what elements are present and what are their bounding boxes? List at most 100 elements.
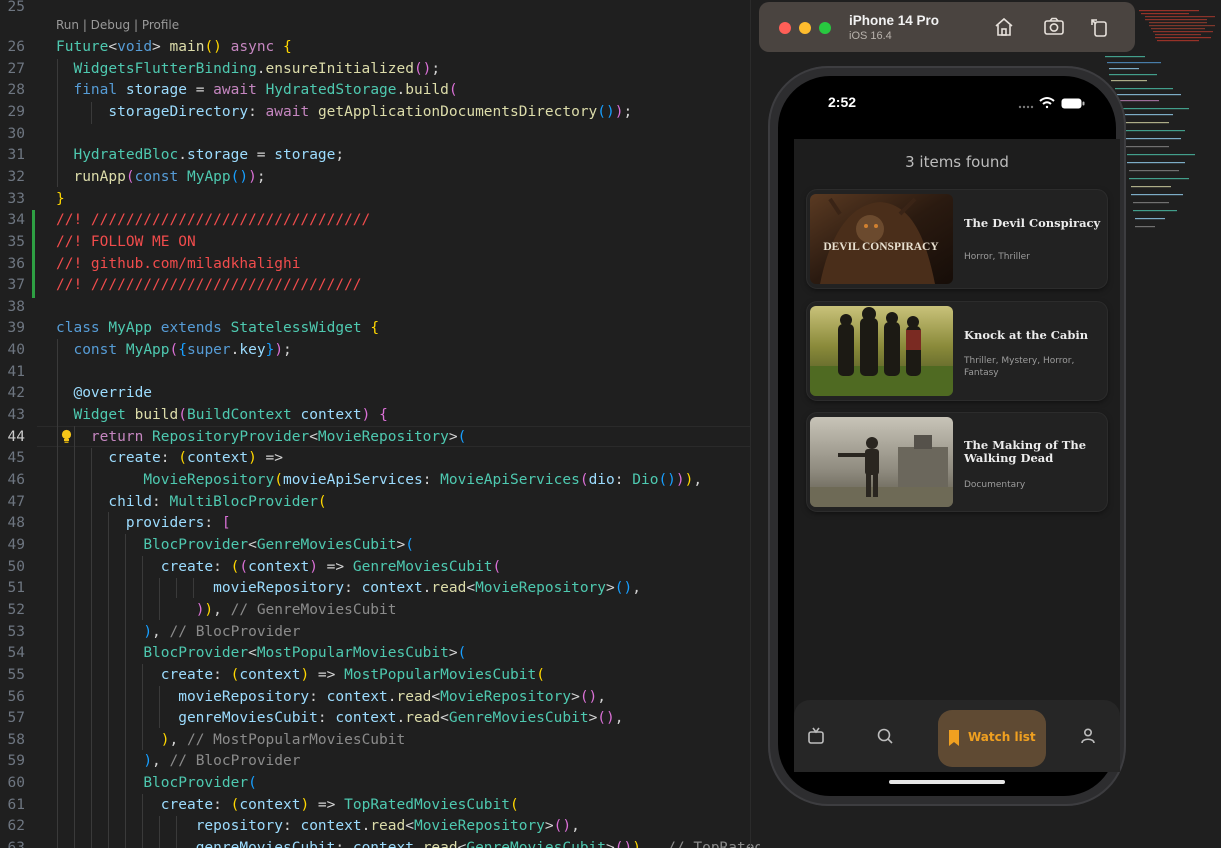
code-line[interactable]: 34 //! //////////////////////////////// [0, 210, 760, 231]
code-line[interactable]: 50 create: ((context) => GenreMoviesCubi… [0, 557, 760, 578]
line-code: providers: [ [56, 513, 231, 534]
code-line[interactable]: 27 WidgetsFlutterBinding.ensureInitializ… [0, 59, 760, 80]
code-line[interactable]: 53 ), // BlocProvider [0, 622, 760, 643]
code-line[interactable]: 28 final storage = await HydratedStorage… [0, 80, 760, 101]
code-line[interactable]: 29 storageDirectory: await getApplicatio… [0, 102, 760, 123]
code-token: key [239, 342, 266, 359]
profile-icon[interactable] [1078, 726, 1098, 746]
line-number: 53 [7, 623, 25, 640]
code-line[interactable]: 35 //! FOLLOW ME ON [0, 232, 760, 253]
code-line[interactable]: 58 ), // MostPopularMoviesCubit [0, 730, 760, 751]
minimize-window-button[interactable] [799, 22, 811, 34]
line-number: 29 [7, 103, 25, 120]
line-code: Widget build(BuildContext context) { [56, 405, 387, 426]
line-code: movieRepository: context.read<MovieRepos… [56, 578, 641, 599]
code-token: genreMoviesCubit [196, 840, 336, 848]
code-line[interactable]: 37 //! /////////////////////////////// [0, 275, 760, 296]
code-token: storageDirectory [108, 103, 249, 120]
code-token: ( [178, 450, 187, 467]
search-icon[interactable] [875, 726, 895, 746]
movie-card[interactable]: The Making of The Walking Dead Documenta… [807, 413, 1107, 511]
code-line[interactable]: 38 [0, 297, 760, 318]
code-line[interactable]: 63 genreMoviesCubit: context.read<GenreM… [0, 838, 760, 848]
iphone-frame: 3 items found DEVIL CONSPIRACY The Devil… [768, 66, 1126, 806]
code-token: : [152, 493, 170, 510]
code-line[interactable]: 30 [0, 124, 760, 145]
code-line[interactable]: 62 repository: context.read<MovieReposit… [0, 816, 760, 837]
zoom-window-button[interactable] [819, 22, 831, 34]
code-token: create [160, 558, 214, 575]
line-number: 36 [7, 255, 25, 272]
watch-list-tab[interactable]: Watch list [938, 710, 1046, 767]
code-token: , [641, 840, 667, 848]
code-line[interactable]: 49 BlocProvider<GenreMoviesCubit>( [0, 535, 760, 556]
code-line[interactable]: 43 Widget build(BuildContext context) { [0, 405, 760, 426]
code-line[interactable]: 52 )), // GenreMoviesCubit [0, 600, 760, 621]
code-line[interactable]: 44 return RepositoryProvider<MovieReposi… [0, 427, 760, 448]
code-line[interactable]: 33} [0, 189, 760, 210]
close-window-button[interactable] [779, 22, 791, 34]
code-line[interactable]: 59 ), // BlocProvider [0, 751, 760, 772]
movie-card[interactable]: Knock at the Cabin Thriller, Mystery, Ho… [807, 302, 1107, 400]
home-indicator[interactable] [889, 780, 1005, 784]
code-line[interactable]: 60 BlocProvider( [0, 773, 760, 794]
code-token: read [405, 710, 441, 727]
code-token: ) [160, 731, 170, 748]
code-line[interactable]: 61 create: (context) => TopRatedMoviesCu… [0, 795, 760, 816]
bookmark-icon [949, 730, 959, 746]
code-token: ) [204, 601, 214, 618]
code-line[interactable]: 51 movieRepository: context.read<MovieRe… [0, 578, 760, 599]
code-token: HydratedBloc [73, 147, 179, 164]
code-line[interactable]: 32 runApp(const MyApp()); [0, 167, 760, 188]
home-icon[interactable] [993, 16, 1015, 38]
line-code: )), // GenreMoviesCubit [56, 600, 397, 621]
code-token: final [73, 82, 118, 99]
code-line[interactable]: 45 create: (context) => [0, 448, 760, 469]
code-token: super [186, 342, 231, 359]
code-line[interactable]: 31 HydratedBloc.storage = storage; [0, 145, 760, 166]
movie-title: Knock at the Cabin [964, 328, 1089, 342]
code-line[interactable]: 25 [0, 0, 760, 18]
code-editor[interactable]: Run | Debug | Profile 25 26 Future<void> m… [0, 0, 760, 848]
bottom-navigation: Watch list [794, 700, 1120, 772]
code-line[interactable]: 47 child: MultiBlocProvider( [0, 492, 760, 513]
code-line[interactable]: 57 genreMoviesCubit: context.read<GenreM… [0, 708, 760, 729]
line-number: 58 [7, 731, 25, 748]
code-token: , [152, 753, 170, 770]
line-code: child: MultiBlocProvider( [56, 492, 326, 513]
code-line[interactable]: 48 providers: [ [0, 513, 760, 534]
code-token: ) [309, 558, 318, 575]
code-line[interactable]: 55 create: (context) => MostPopularMovie… [0, 665, 760, 686]
code-line[interactable]: 42 @override [0, 383, 760, 404]
code-line[interactable]: 54 BlocProvider<MostPopularMoviesCubit>( [0, 643, 760, 664]
code-line[interactable]: 40 const MyApp({super.key}); [0, 340, 760, 361]
code-line[interactable]: 56 movieRepository: context.read<MovieRe… [0, 687, 760, 708]
line-number: 56 [7, 688, 25, 705]
screenshot-icon[interactable] [1043, 16, 1065, 38]
code-token: MovieRepository [317, 428, 449, 445]
code-token: // TopRatedMoviesCubit [667, 840, 760, 848]
code-line[interactable]: 46 MovieRepository(movieApiServices: Mov… [0, 470, 760, 491]
code-token: create [160, 666, 214, 683]
tv-icon[interactable] [806, 726, 826, 746]
codelens-run-debug-profile[interactable]: Run | Debug | Profile [56, 18, 179, 32]
code-token: > [588, 710, 598, 727]
code-line[interactable]: 36 //! github.com/miladkhalighi [0, 254, 760, 275]
movie-card[interactable]: DEVIL CONSPIRACY The Devil Conspiracy Ho… [807, 190, 1107, 288]
code-line[interactable]: 41 [0, 362, 760, 383]
line-code: create: ((context) => GenreMoviesCubit( [56, 557, 502, 578]
lightbulb-icon[interactable] [60, 429, 73, 444]
code-line[interactable]: 26 Future<void> main() async { [0, 37, 760, 58]
movie-poster [810, 417, 953, 507]
line-number: 40 [7, 342, 25, 359]
code-token: ( [405, 536, 414, 553]
code-token: => [317, 558, 353, 575]
line-code: @override [56, 383, 152, 404]
code-line[interactable]: 39 class MyApp extends StatelessWidget { [0, 318, 760, 339]
code-token: context [239, 666, 301, 683]
code-token: < [466, 580, 476, 597]
code-token: read [370, 818, 406, 835]
line-number: 48 [7, 515, 25, 532]
